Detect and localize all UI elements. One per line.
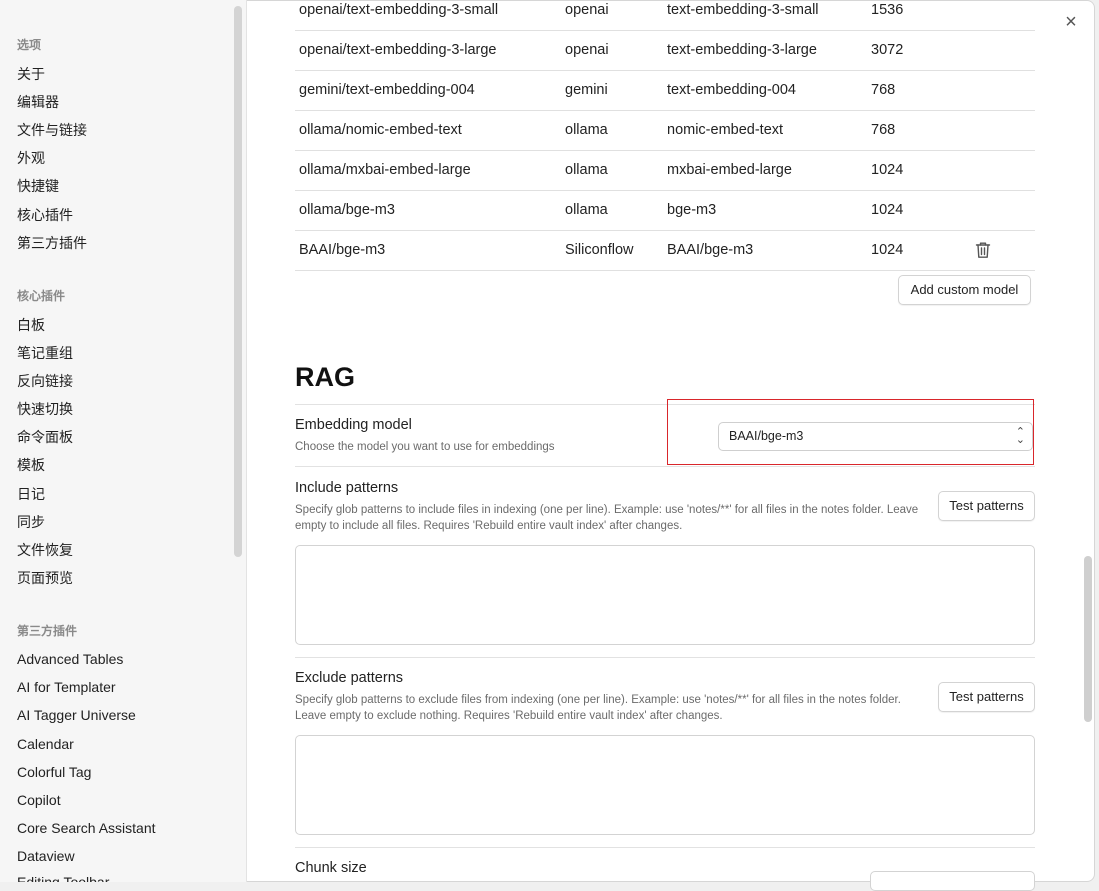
- add-custom-model-button[interactable]: Add custom model: [898, 275, 1031, 305]
- sidebar-item-canvas[interactable]: 白板: [17, 315, 45, 335]
- model-id-cell: mxbai-embed-large: [667, 162, 792, 178]
- provider-cell: openai: [565, 42, 609, 58]
- model-id-cell: nomic-embed-text: [667, 122, 784, 138]
- include-patterns-textarea[interactable]: [295, 545, 1035, 645]
- provider-cell: Siliconflow: [565, 242, 634, 258]
- sidebar-item-appearance[interactable]: 外观: [17, 148, 45, 168]
- table-row: openai/text-embedding-3-large openai tex…: [295, 31, 1035, 71]
- trash-icon[interactable]: [975, 241, 991, 259]
- sidebar-item-quick-switcher[interactable]: 快速切换: [17, 399, 73, 419]
- include-patterns-description: Specify glob patterns to include files i…: [295, 504, 919, 532]
- sidebar-item-command-palette[interactable]: 命令面板: [17, 427, 73, 447]
- dimension-cell: 768: [871, 122, 896, 138]
- chevron-up-down-icon: ⌃ ⌄: [1015, 426, 1025, 446]
- sidebar-item-files-links[interactable]: 文件与链接: [17, 120, 87, 140]
- sidebar-item-page-preview[interactable]: 页面预览: [17, 568, 73, 588]
- settings-sidebar: 选项 关于 编辑器 文件与链接 外观 快捷键 核心插件 第三方插件 核心插件 白…: [0, 0, 247, 882]
- model-id-cell: text-embedding-3-large: [667, 42, 817, 58]
- dimension-cell: 1024: [871, 242, 904, 258]
- embedding-model-selected-value: BAAI/bge-m3: [729, 429, 804, 443]
- sidebar-item-editing-toolbar[interactable]: Editing Toolbar: [17, 874, 109, 882]
- sidebar-item-templates[interactable]: 模板: [17, 455, 45, 475]
- provider-cell: ollama: [565, 122, 608, 138]
- dimension-cell: 768: [871, 82, 896, 98]
- provider-cell: ollama: [565, 202, 608, 218]
- sidebar-item-core-search-assistant[interactable]: Core Search Assistant: [17, 820, 156, 836]
- chunk-size-input[interactable]: [870, 871, 1035, 891]
- divider: [295, 466, 1035, 467]
- table-row: ollama/bge-m3 ollama bge-m3 1024: [295, 191, 1035, 231]
- table-row: openai/text-embedding-3-small openai tex…: [295, 0, 1035, 31]
- sidebar-item-note-composer[interactable]: 笔记重组: [17, 343, 73, 363]
- model-name-cell: ollama/bge-m3: [299, 202, 395, 218]
- model-id-cell: text-embedding-3-small: [667, 2, 819, 18]
- sidebar-item-dataview[interactable]: Dataview: [17, 848, 75, 864]
- table-row: BAAI/bge-m3 Siliconflow BAAI/bge-m3 1024: [295, 231, 1035, 271]
- include-test-patterns-button[interactable]: Test patterns: [938, 491, 1035, 521]
- model-name-cell: openai/text-embedding-3-large: [299, 42, 497, 58]
- dimension-cell: 1024: [871, 162, 904, 178]
- model-name-cell: ollama/nomic-embed-text: [299, 122, 462, 138]
- sidebar-item-ai-for-templater[interactable]: AI for Templater: [17, 679, 116, 695]
- provider-cell: ollama: [565, 162, 608, 178]
- sidebar-item-colorful-tag[interactable]: Colorful Tag: [17, 764, 91, 780]
- include-patterns-label: Include patterns: [295, 480, 399, 496]
- model-id-cell: BAAI/bge-m3: [667, 242, 754, 258]
- dimension-cell: 1024: [871, 202, 904, 218]
- model-id-cell: bge-m3: [667, 202, 717, 218]
- model-id-cell: text-embedding-004: [667, 82, 796, 98]
- model-name-cell: ollama/mxbai-embed-large: [299, 162, 471, 178]
- divider: [295, 847, 1035, 848]
- divider: [295, 657, 1035, 658]
- sidebar-section-title: 核心插件: [17, 289, 66, 303]
- table-row: gemini/text-embedding-004 gemini text-em…: [295, 71, 1035, 111]
- sidebar-item-calendar[interactable]: Calendar: [17, 736, 74, 752]
- sidebar-item-sync[interactable]: 同步: [17, 512, 45, 532]
- sidebar-item-core-plugins[interactable]: 核心插件: [17, 205, 73, 225]
- chunk-size-label: Chunk size: [295, 860, 367, 876]
- dimension-cell: 1536: [871, 2, 904, 18]
- embedding-model-select[interactable]: BAAI/bge-m3 ⌃ ⌄: [718, 422, 1033, 451]
- exclude-test-patterns-button[interactable]: Test patterns: [938, 682, 1035, 712]
- sidebar-item-backlinks[interactable]: 反向链接: [17, 371, 73, 391]
- sidebar-section-title: 第三方插件: [17, 624, 78, 638]
- table-row: ollama/mxbai-embed-large ollama mxbai-em…: [295, 151, 1035, 191]
- exclude-patterns-label: Exclude patterns: [295, 670, 404, 686]
- model-name-cell: gemini/text-embedding-004: [299, 82, 475, 98]
- close-icon[interactable]: ×: [1060, 12, 1082, 34]
- content-scrollbar[interactable]: [1084, 556, 1092, 722]
- provider-cell: gemini: [565, 82, 608, 98]
- sidebar-item-advanced-tables[interactable]: Advanced Tables: [17, 651, 123, 667]
- embedding-model-label: Embedding model: [295, 417, 412, 433]
- sidebar-item-editor[interactable]: 编辑器: [17, 92, 59, 112]
- model-name-cell: BAAI/bge-m3: [299, 242, 386, 258]
- exclude-patterns-description: Specify glob patterns to exclude files f…: [295, 694, 901, 722]
- sidebar-item-ai-tagger-universe[interactable]: AI Tagger Universe: [17, 707, 136, 723]
- exclude-patterns-textarea[interactable]: [295, 735, 1035, 835]
- provider-cell: openai: [565, 2, 609, 18]
- sidebar-item-file-recovery[interactable]: 文件恢复: [17, 540, 73, 560]
- sidebar-item-copilot[interactable]: Copilot: [17, 792, 61, 808]
- section-heading-rag: RAG: [295, 362, 355, 392]
- sidebar-scrollbar[interactable]: [234, 6, 242, 557]
- model-name-cell: openai/text-embedding-3-small: [299, 2, 499, 18]
- dimension-cell: 3072: [871, 42, 904, 58]
- sidebar-item-daily-notes[interactable]: 日记: [17, 484, 45, 504]
- table-row: ollama/nomic-embed-text ollama nomic-emb…: [295, 111, 1035, 151]
- sidebar-item-about[interactable]: 关于: [17, 64, 45, 84]
- sidebar-item-hotkeys[interactable]: 快捷键: [17, 176, 59, 196]
- sidebar-item-community-plugins[interactable]: 第三方插件: [17, 233, 87, 253]
- sidebar-section-title: 选项: [17, 38, 42, 52]
- embedding-model-description: Choose the model you want to use for emb…: [295, 441, 555, 453]
